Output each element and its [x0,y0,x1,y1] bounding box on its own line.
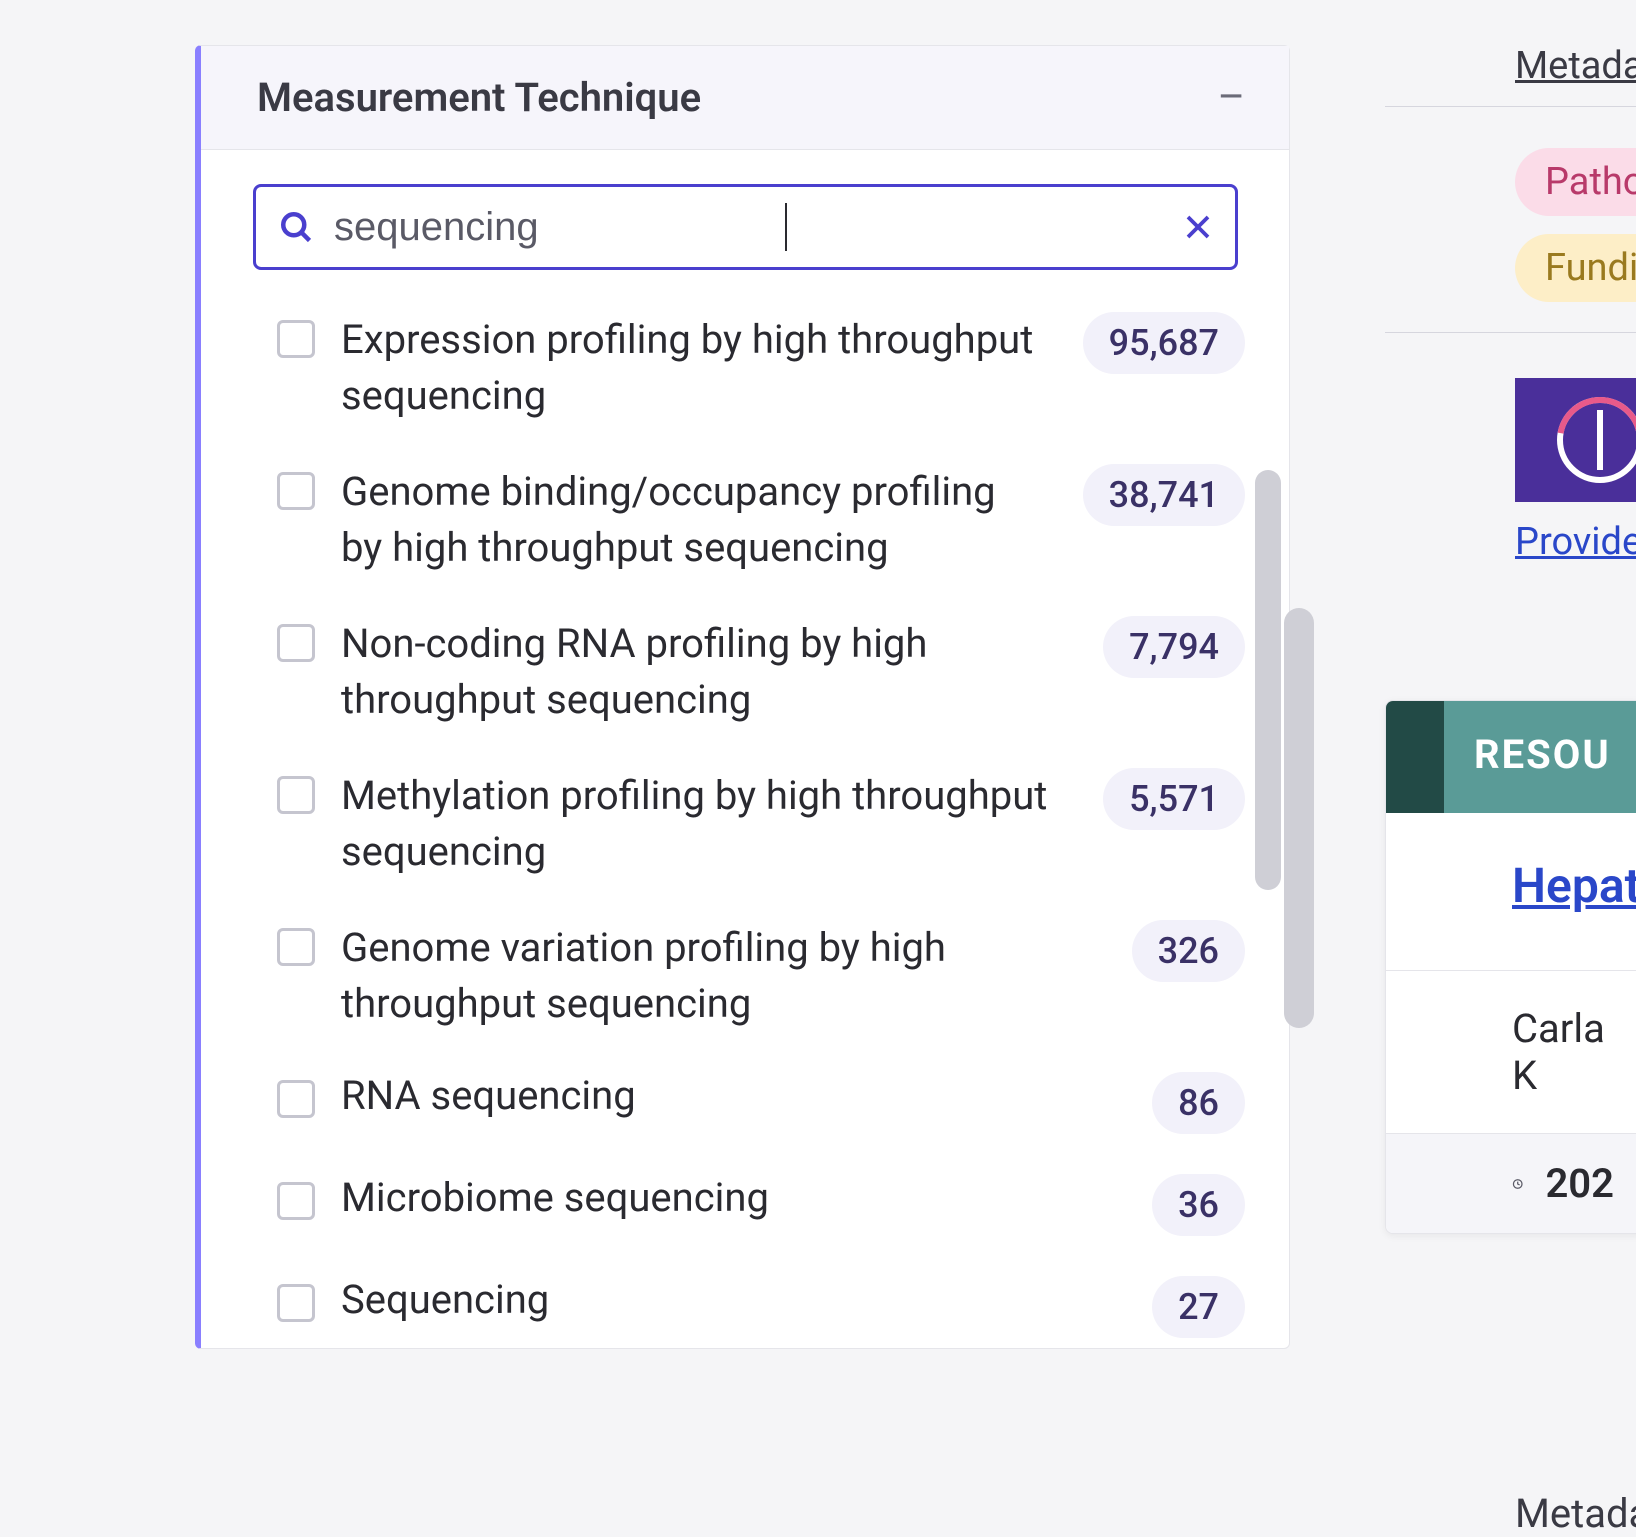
tag-funding[interactable]: Fundi [1515,234,1636,302]
filter-option[interactable]: Genome binding/occupancy profiling by hi… [277,464,1245,576]
result-date-row: 202 [1386,1134,1636,1233]
filter-option[interactable]: Genome variation profiling by high throu… [277,920,1245,1032]
option-checkbox[interactable] [277,1284,315,1322]
option-count: 326 [1132,920,1245,982]
result-title-link[interactable]: Hepat [1386,813,1636,924]
provided-by-link[interactable]: Provided [1515,520,1636,564]
filter-body: Expression profiling by high throughput … [201,150,1289,1348]
resource-badge-label: RESOU [1444,701,1636,813]
divider [1385,106,1636,107]
metadata-link[interactable]: Metada [1515,44,1636,88]
filter-options: Expression profiling by high throughput … [253,312,1245,1338]
search-input[interactable] [334,205,1183,250]
option-checkbox[interactable] [277,776,315,814]
filter-option[interactable]: Microbiome sequencing 36 [277,1174,1245,1236]
option-label: Expression profiling by high throughput … [341,312,1057,424]
divider [1385,332,1636,333]
option-label: Methylation profiling by high throughput… [341,768,1077,880]
filter-header[interactable]: Measurement Technique – [201,46,1289,150]
filter-option[interactable]: RNA sequencing 86 [277,1072,1245,1134]
result-card: RESOU Hepat Carla K 202 [1385,700,1636,1234]
option-count: 7,794 [1103,616,1245,678]
search-icon [278,209,314,245]
option-count: 95,687 [1083,312,1245,374]
panel-scrollbar[interactable] [1284,608,1314,1028]
option-checkbox[interactable] [277,320,315,358]
option-count: 38,741 [1083,464,1245,526]
option-label: Non-coding RNA profiling by high through… [341,616,1077,728]
result-author: Carla K [1386,971,1636,1133]
option-checkbox[interactable] [277,472,315,510]
option-label: RNA sequencing [341,1072,1126,1120]
result-date: 202 [1545,1160,1614,1207]
filter-option[interactable]: Expression profiling by high throughput … [277,312,1245,424]
option-label: Microbiome sequencing [341,1174,1126,1222]
metadata-link[interactable]: Metada [1515,1490,1636,1537]
clock-icon [1512,1165,1523,1203]
provider-logo [1515,378,1636,502]
option-checkbox[interactable] [277,1182,315,1220]
filter-search[interactable] [253,184,1238,270]
option-count: 86 [1152,1072,1245,1134]
filter-option[interactable]: Methylation profiling by high throughput… [277,768,1245,880]
collapse-icon[interactable]: – [1217,77,1245,119]
options-scrollbar[interactable] [1255,470,1281,890]
tag-pathogen[interactable]: Patho [1515,148,1636,216]
option-count: 27 [1152,1276,1245,1338]
option-label: Genome variation profiling by high throu… [341,920,1106,1032]
text-caret [785,203,787,251]
filter-title: Measurement Technique [257,74,701,121]
option-label: Sequencing [341,1276,1126,1324]
measurement-technique-filter: Measurement Technique – Expression profi… [195,45,1290,1349]
logo-icon [1557,397,1636,483]
option-checkbox[interactable] [277,1080,315,1118]
option-checkbox[interactable] [277,928,315,966]
resource-badge: RESOU [1386,701,1636,813]
option-count: 36 [1152,1174,1245,1236]
option-checkbox[interactable] [277,624,315,662]
option-count: 5,571 [1103,768,1245,830]
clear-icon[interactable] [1183,212,1213,242]
option-label: Genome binding/occupancy profiling by hi… [341,464,1057,576]
filter-option[interactable]: Non-coding RNA profiling by high through… [277,616,1245,728]
filter-option[interactable]: Sequencing 27 [277,1276,1245,1338]
